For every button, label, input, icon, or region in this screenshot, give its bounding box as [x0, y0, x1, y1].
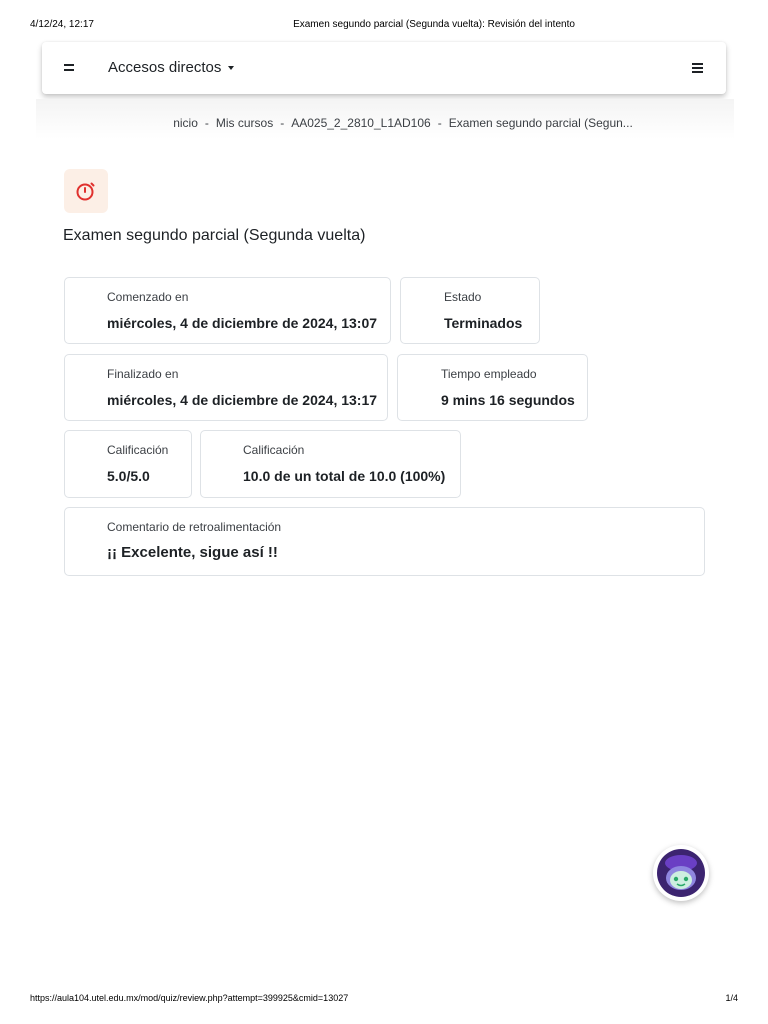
top-navbar: Accesos directos [42, 42, 726, 94]
chat-assistant-button[interactable] [653, 845, 709, 901]
time-taken-value: 9 mins 16 segundos [441, 392, 575, 408]
hamburger-icon[interactable] [62, 60, 76, 74]
shortcuts-label: Accesos directos [108, 59, 222, 76]
list-menu-icon[interactable] [692, 61, 704, 73]
chatbot-avatar-icon [657, 849, 705, 897]
breadcrumb-separator: - [437, 116, 442, 130]
started-label: Comenzado en [107, 290, 189, 304]
grade-card: Calificación 10.0 de un total de 10.0 (1… [200, 430, 461, 498]
started-value: miércoles, 4 de diciembre de 2024, 13:07 [107, 315, 378, 331]
marks-card: Calificación 5.0/5.0 [64, 430, 192, 498]
print-url: https://aula104.utel.edu.mx/mod/quiz/rev… [30, 993, 349, 1003]
shortcuts-dropdown[interactable]: Accesos directos [108, 59, 235, 76]
stopwatch-icon [76, 182, 95, 201]
state-card: Estado Terminados [400, 277, 540, 344]
time-taken-card: Tiempo empleado 9 mins 16 segundos [397, 354, 588, 421]
state-label: Estado [444, 290, 482, 304]
breadcrumb-item-home[interactable]: nicio [173, 116, 198, 130]
grade-value: 10.0 de un total de 10.0 (100%) [243, 468, 446, 484]
caret-down-icon [228, 65, 235, 70]
completed-value: miércoles, 4 de diciembre de 2024, 13:17 [107, 392, 378, 408]
quiz-activity-icon [64, 169, 108, 213]
print-document-title: Examen segundo parcial (Segunda vuelta):… [293, 19, 575, 30]
state-value: Terminados [444, 315, 523, 331]
marks-value: 5.0/5.0 [107, 468, 150, 484]
feedback-value: ¡¡ Excelente, sigue así !! [107, 544, 278, 561]
grade-label: Calificación [243, 443, 305, 457]
breadcrumb-item-my-courses[interactable]: Mis cursos [216, 116, 273, 130]
completed-card: Finalizado en miércoles, 4 de diciembre … [64, 354, 388, 421]
started-card: Comenzado en miércoles, 4 de diciembre d… [64, 277, 391, 344]
time-taken-label: Tiempo empleado [441, 367, 537, 381]
page-title: Examen segundo parcial (Segunda vuelta) [63, 227, 366, 244]
print-header: 4/12/24, 12:17 Examen segundo parcial (S… [0, 19, 768, 33]
breadcrumb-separator: - [204, 116, 209, 130]
print-footer: https://aula104.utel.edu.mx/mod/quiz/rev… [0, 993, 768, 1007]
breadcrumb-separator: - [280, 116, 285, 130]
marks-label: Calificación [107, 443, 169, 457]
breadcrumb: nicio - Mis cursos - AA025_2_2810_L1AD106- Ex… [0, 116, 768, 130]
feedback-label: Comentario de retroalimentación [107, 520, 282, 534]
completed-label: Finalizado en [107, 367, 179, 381]
print-page-number: 1/4 [725, 993, 738, 1003]
breadcrumb-item-course[interactable]: AA025_2_2810_L1AD106 [291, 116, 430, 130]
breadcrumb-item-quiz[interactable]: Examen segundo parcial (Segun... [449, 116, 633, 130]
feedback-card: Comentario de retroalimentación ¡¡ Excel… [64, 507, 705, 576]
